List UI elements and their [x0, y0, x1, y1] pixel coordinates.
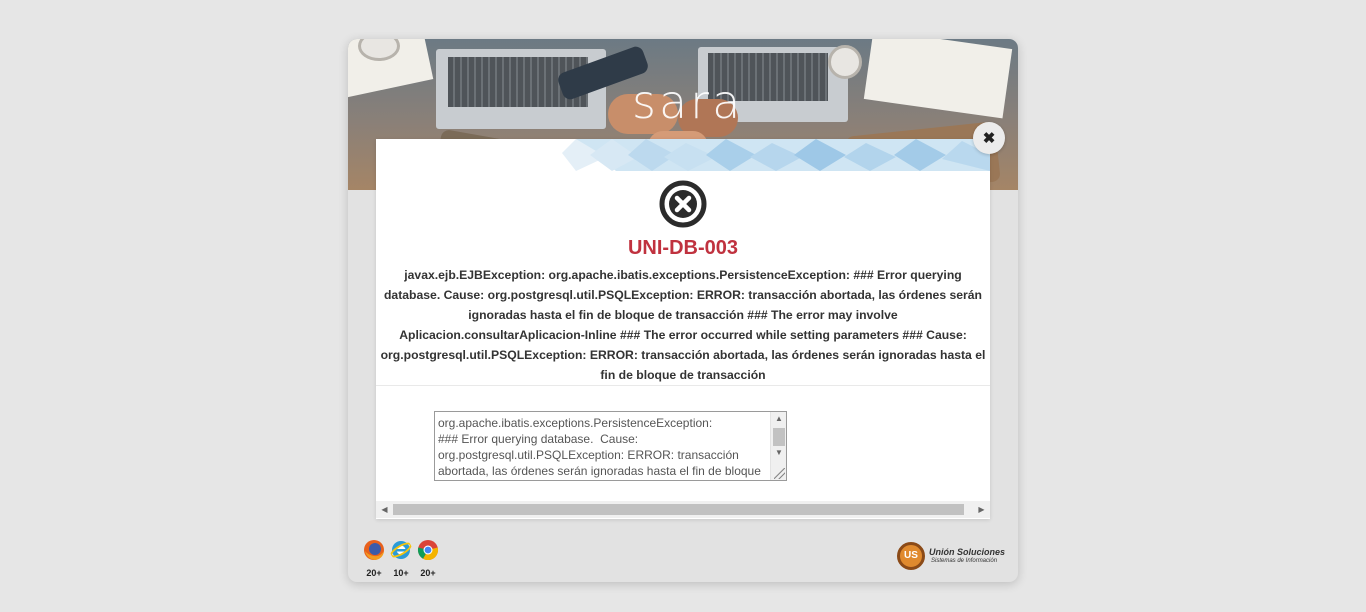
- scrollbar-thumb[interactable]: [393, 504, 964, 515]
- close-button[interactable]: ✖: [973, 122, 1005, 154]
- error-message: javax.ejb.EJBException: org.apache.ibati…: [380, 268, 986, 382]
- browser-version: 20+: [366, 568, 382, 578]
- error-dialog: UNI-DB-003 javax.ejb.EJBException: org.a…: [376, 139, 990, 519]
- error-detail-text: org.apache.ibatis.exceptions.Persistence…: [438, 416, 761, 478]
- browser-version: 10+: [393, 568, 409, 578]
- scrollbar-thumb[interactable]: [773, 428, 785, 446]
- scroll-left-arrow-icon[interactable]: ◀: [376, 501, 393, 518]
- divider: [376, 385, 990, 386]
- browser-support-firefox: 20+: [362, 539, 386, 578]
- company-tagline: Sistemas de Información: [931, 558, 998, 564]
- chrome-icon: [417, 540, 439, 561]
- firefox-icon: [364, 540, 384, 560]
- browser-support-ie: 10+: [389, 539, 413, 578]
- company-name: Unión Soluciones: [929, 547, 1006, 557]
- internet-explorer-icon: [390, 541, 412, 559]
- scroll-down-arrow-icon[interactable]: ▼: [771, 446, 786, 460]
- banner-notebook: [863, 39, 1013, 119]
- browser-support-chrome: 20+: [416, 539, 440, 578]
- union-soluciones-mark-icon: US: [897, 542, 925, 570]
- banner-cup-right: [828, 45, 862, 79]
- union-soluciones-logo: US Unión Soluciones Sistemas de Informac…: [897, 542, 1007, 572]
- error-code: UNI-DB-003: [627, 237, 739, 259]
- scroll-right-arrow-icon[interactable]: ▶: [973, 501, 990, 518]
- error-circle-x-icon: [659, 180, 707, 228]
- error-detail-textarea[interactable]: org.apache.ibatis.exceptions.Persistence…: [434, 411, 787, 481]
- browser-version: 20+: [420, 568, 436, 578]
- horizontal-scrollbar[interactable]: ◀ ▶: [376, 501, 990, 518]
- scroll-up-arrow-icon[interactable]: ▲: [771, 412, 786, 426]
- vertical-scrollbar[interactable]: ▲ ▼: [770, 412, 786, 480]
- dialog-header-pattern: [376, 139, 990, 171]
- sara-logo: sara: [632, 75, 744, 129]
- resize-grip-icon[interactable]: [774, 468, 785, 479]
- close-icon: ✖: [982, 130, 996, 147]
